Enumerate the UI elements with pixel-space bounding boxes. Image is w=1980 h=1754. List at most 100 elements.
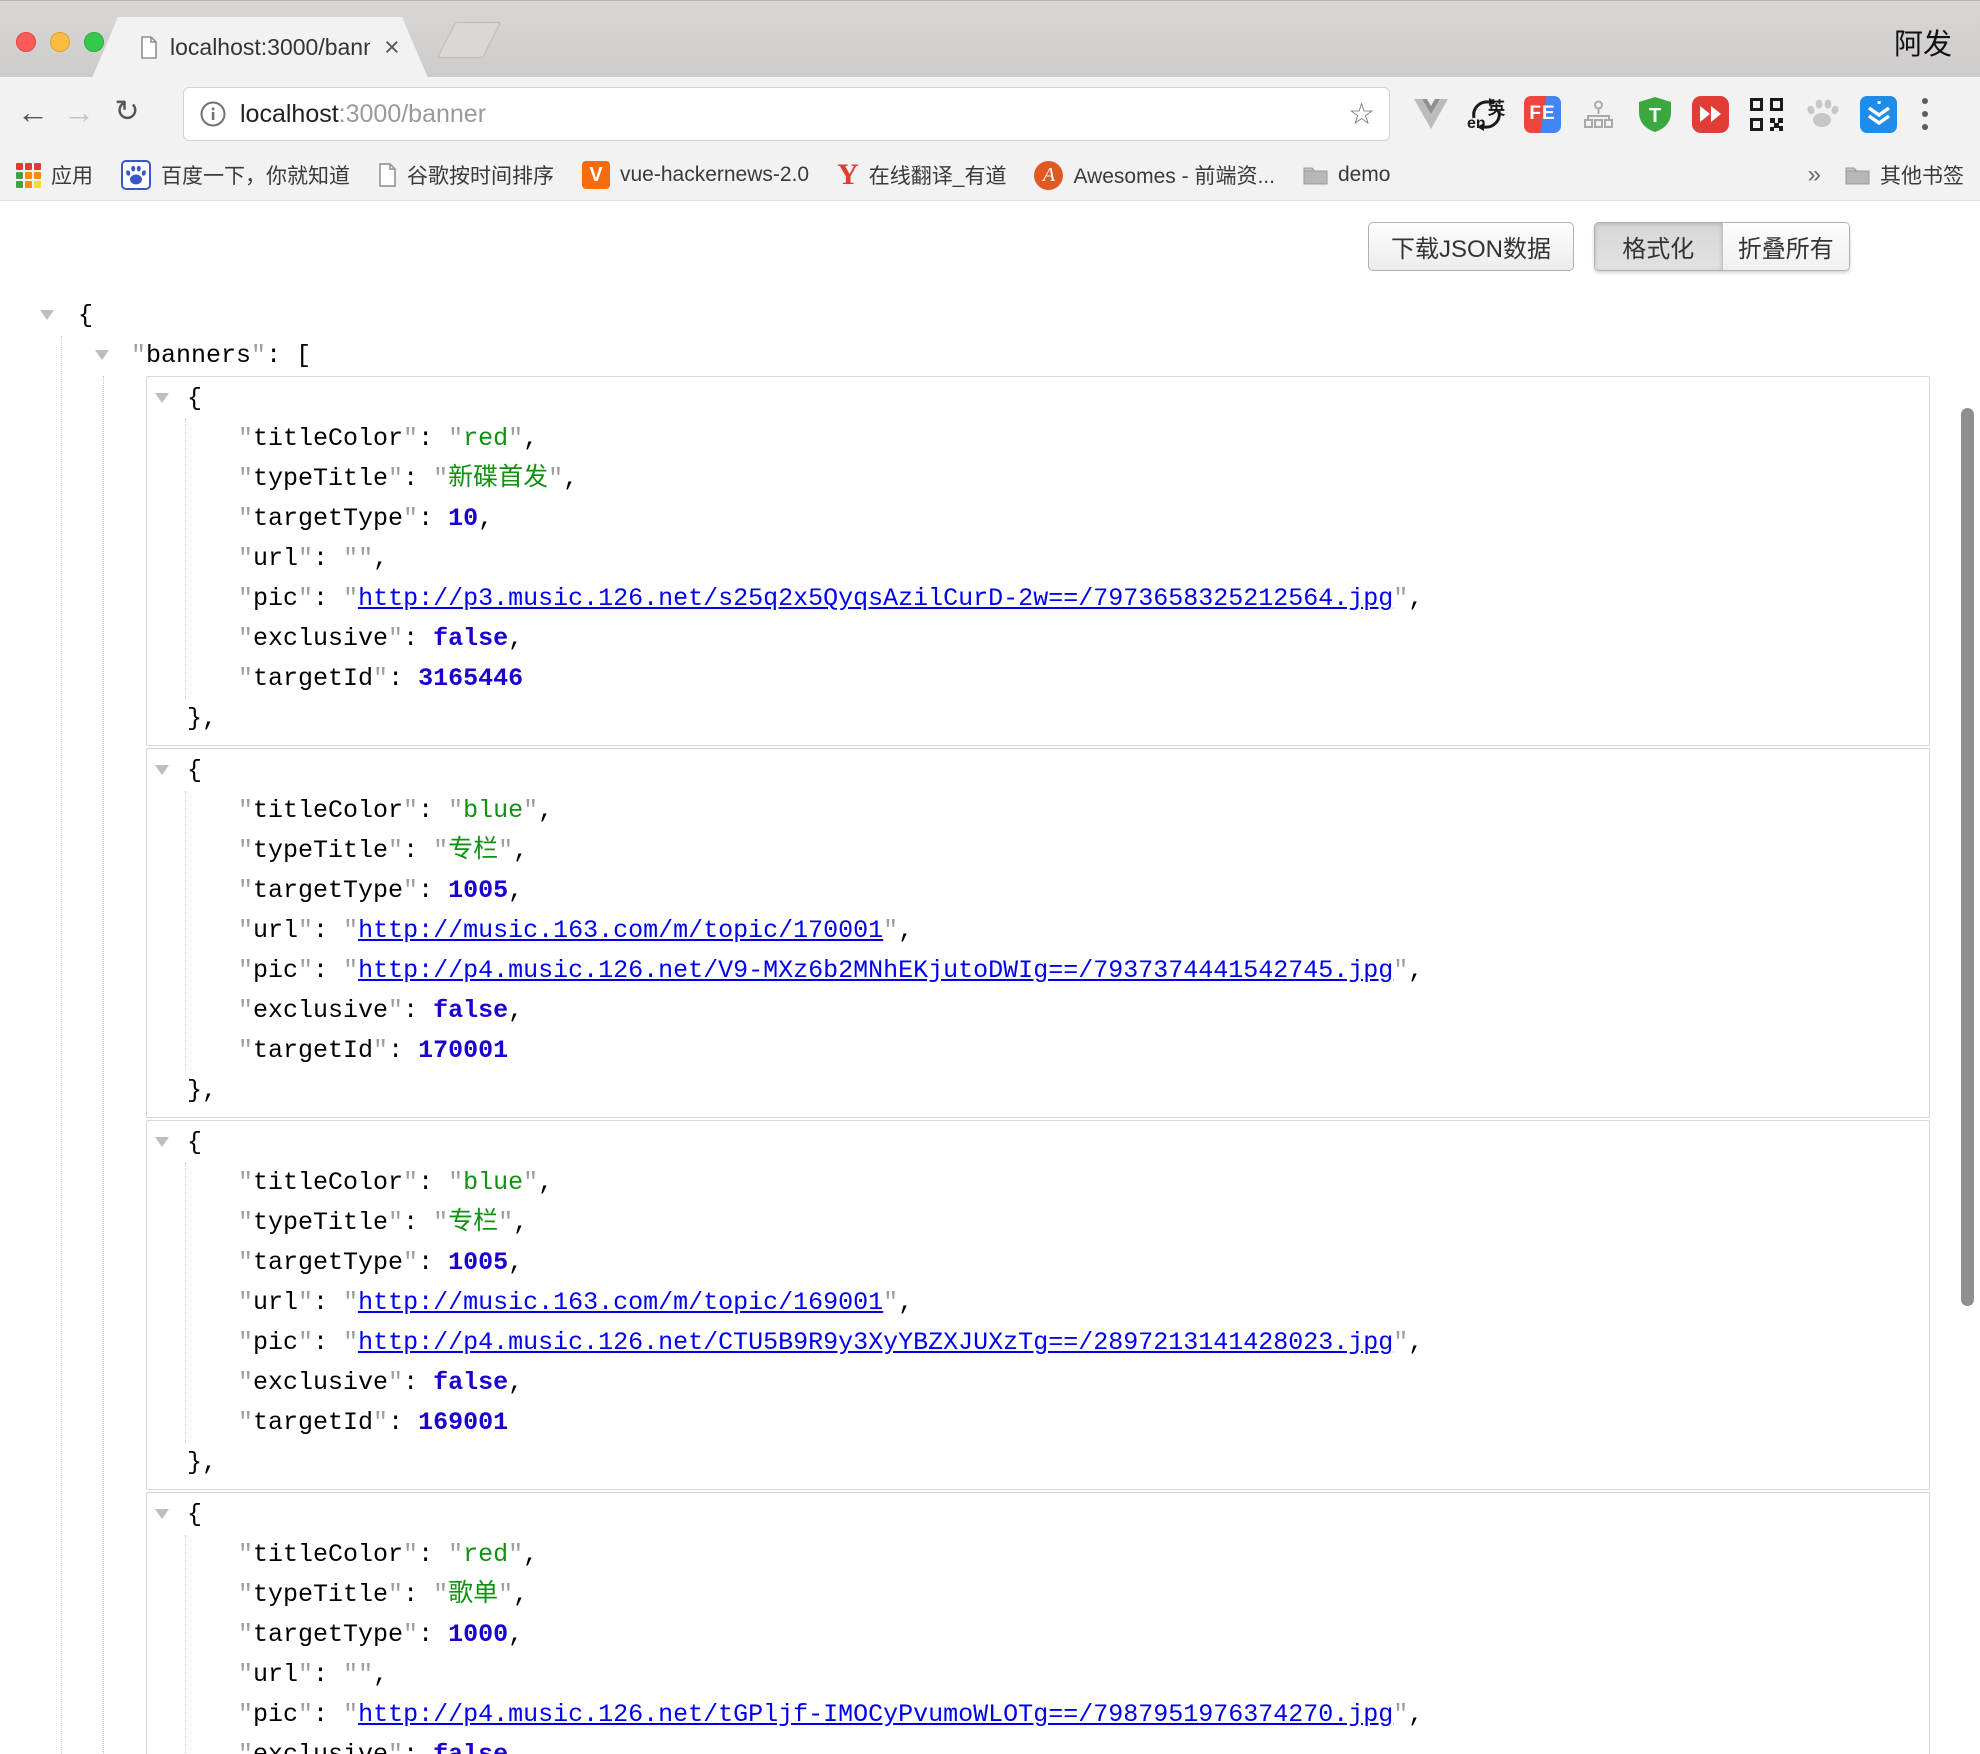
json-colon: : <box>418 1620 448 1649</box>
browser-tab[interactable]: localhost:3000/banner × <box>92 17 428 78</box>
json-key: pic <box>253 584 298 613</box>
json-field-row: "targetType": 1005, <box>186 1243 1929 1283</box>
folder-icon <box>1303 165 1328 185</box>
bookmark-apps[interactable]: 应用 <box>16 160 93 190</box>
json-quote: " <box>388 624 403 653</box>
json-colon: : <box>313 1660 343 1689</box>
zoom-window-button[interactable] <box>84 32 104 52</box>
download-json-button[interactable]: 下载JSON数据 <box>1368 222 1574 271</box>
translate-target-glyph: 英 <box>1488 94 1505 119</box>
address-bar[interactable]: localhost:3000/banner ☆ <box>183 87 1390 141</box>
json-number-value: 170001 <box>418 1036 508 1065</box>
json-quote: " <box>343 1328 358 1357</box>
json-key: pic <box>253 956 298 985</box>
new-tab-button[interactable] <box>437 22 501 58</box>
json-quote: " <box>403 504 418 533</box>
sitemap-extension-icon[interactable] <box>1580 96 1617 133</box>
translate-extension-icon[interactable]: 英 en <box>1468 96 1505 133</box>
json-field-row: "pic": "http://p4.music.126.net/V9-MXz6b… <box>186 951 1929 991</box>
json-link[interactable]: http://music.163.com/m/topic/170001 <box>358 916 883 945</box>
json-colon: : <box>388 1408 418 1437</box>
collapse-triangle[interactable] <box>95 350 109 360</box>
json-number-value: 10 <box>448 504 478 533</box>
json-quote: " <box>1393 1700 1408 1729</box>
collapse-all-button[interactable]: 折叠所有 <box>1722 223 1850 270</box>
back-button[interactable]: ← <box>12 91 54 133</box>
collapse-triangle[interactable] <box>155 1137 169 1147</box>
json-quote: " <box>433 836 448 865</box>
json-key: exclusive <box>253 624 388 653</box>
json-link[interactable]: http://p4.music.126.net/tGPljf-IMOCyPvum… <box>358 1700 1393 1729</box>
scrollbar-thumb[interactable] <box>1961 408 1974 1306</box>
json-link[interactable]: http://p4.music.126.net/CTU5B9R9y3XyYBZX… <box>358 1328 1393 1357</box>
bookmark-google-sort[interactable]: 谷歌按时间排序 <box>378 160 554 190</box>
collapse-triangle[interactable] <box>155 765 169 775</box>
json-comma: , <box>1408 584 1423 613</box>
paw-extension-icon[interactable] <box>1804 96 1841 133</box>
bookmark-folder-demo[interactable]: demo <box>1303 163 1391 187</box>
json-quote: " <box>238 1288 253 1317</box>
vue-devtools-extension-icon[interactable] <box>1412 96 1449 133</box>
bookmark-vue-hackernews[interactable]: V vue-hackernews-2.0 <box>582 161 809 189</box>
json-string-value: red <box>463 424 508 453</box>
collapse-triangle[interactable] <box>40 310 54 320</box>
json-key: url <box>253 1660 298 1689</box>
page-info-icon[interactable] <box>199 100 227 128</box>
minimize-window-button[interactable] <box>50 32 70 52</box>
json-field-row: "titleColor": "blue", <box>186 1163 1929 1203</box>
json-field-row: "url": "http://music.163.com/m/topic/169… <box>186 1283 1929 1323</box>
json-field-row: "titleColor": "blue", <box>186 791 1929 831</box>
json-viewer: { "banners": [ {"titleColor": "red","typ… <box>0 296 1980 1754</box>
json-brace: { <box>187 1128 202 1157</box>
fehelper-extension-icon[interactable]: FE <box>1524 96 1561 133</box>
json-brace: { <box>187 1500 202 1529</box>
json-comma: , <box>538 1168 553 1197</box>
bookmark-awesomes[interactable]: A Awesomes - 前端资... <box>1034 160 1275 190</box>
other-bookmarks-folder[interactable]: 其他书签 <box>1845 160 1964 190</box>
bookmark-label: 在线翻译_有道 <box>869 160 1007 190</box>
json-comma: , <box>508 996 523 1025</box>
json-comma: , <box>523 424 538 453</box>
json-quote: " <box>298 1660 313 1689</box>
json-key: exclusive <box>253 1368 388 1397</box>
json-link[interactable]: http://music.163.com/m/topic/169001 <box>358 1288 883 1317</box>
json-quote: " <box>388 1580 403 1609</box>
reload-button[interactable]: ↻ <box>106 91 148 133</box>
bookmarks-overflow-chevron[interactable]: » <box>1808 161 1821 189</box>
json-field-row: "url": "", <box>186 1655 1929 1695</box>
json-object-close-row: }, <box>147 1443 1929 1483</box>
json-quote: " <box>498 836 513 865</box>
tab-close-icon[interactable]: × <box>384 34 400 61</box>
downloader-extension-icon[interactable] <box>1860 96 1897 133</box>
json-key: typeTitle <box>253 1580 388 1609</box>
bookmark-label: 百度一下，你就知道 <box>161 160 350 190</box>
json-quote: " <box>238 1660 253 1689</box>
json-string-value: 歌单 <box>448 1580 498 1609</box>
json-link[interactable]: http://p3.music.126.net/s25q2x5QyqsAzilC… <box>358 584 1393 613</box>
forward-button[interactable]: → <box>58 91 100 133</box>
url-text[interactable]: localhost:3000/banner <box>240 100 486 129</box>
bookmark-youdao-translate[interactable]: Y 在线翻译_有道 <box>837 158 1006 192</box>
video-fastforward-extension-icon[interactable] <box>1692 96 1729 133</box>
tampermonkey-extension-icon[interactable]: T <box>1636 96 1673 133</box>
format-button[interactable]: 格式化 <box>1595 223 1722 270</box>
collapse-triangle[interactable] <box>155 393 169 403</box>
json-comma: , <box>513 1580 528 1609</box>
json-quote: " <box>358 544 373 573</box>
json-array-items: {"titleColor": "red","typeTitle": "新碟首发"… <box>103 376 1980 1754</box>
browser-menu-icon[interactable] <box>1922 98 1928 130</box>
json-colon: : <box>403 624 433 653</box>
qr-code-extension-icon[interactable] <box>1748 96 1785 133</box>
bookmark-baidu[interactable]: 百度一下，你就知道 <box>121 160 350 190</box>
json-object-box: {"titleColor": "red","typeTitle": "新碟首发"… <box>146 376 1930 746</box>
bookmark-star-icon[interactable]: ☆ <box>1348 97 1375 132</box>
close-window-button[interactable] <box>16 32 36 52</box>
collapse-triangle[interactable] <box>155 1509 169 1519</box>
json-quote: " <box>388 836 403 865</box>
json-quote: " <box>238 464 253 493</box>
json-brace: { <box>187 756 202 785</box>
json-quote: " <box>883 916 898 945</box>
json-key: targetType <box>253 504 403 533</box>
page-file-icon <box>140 36 158 59</box>
json-link[interactable]: http://p4.music.126.net/V9-MXz6b2MNhEKju… <box>358 956 1393 985</box>
